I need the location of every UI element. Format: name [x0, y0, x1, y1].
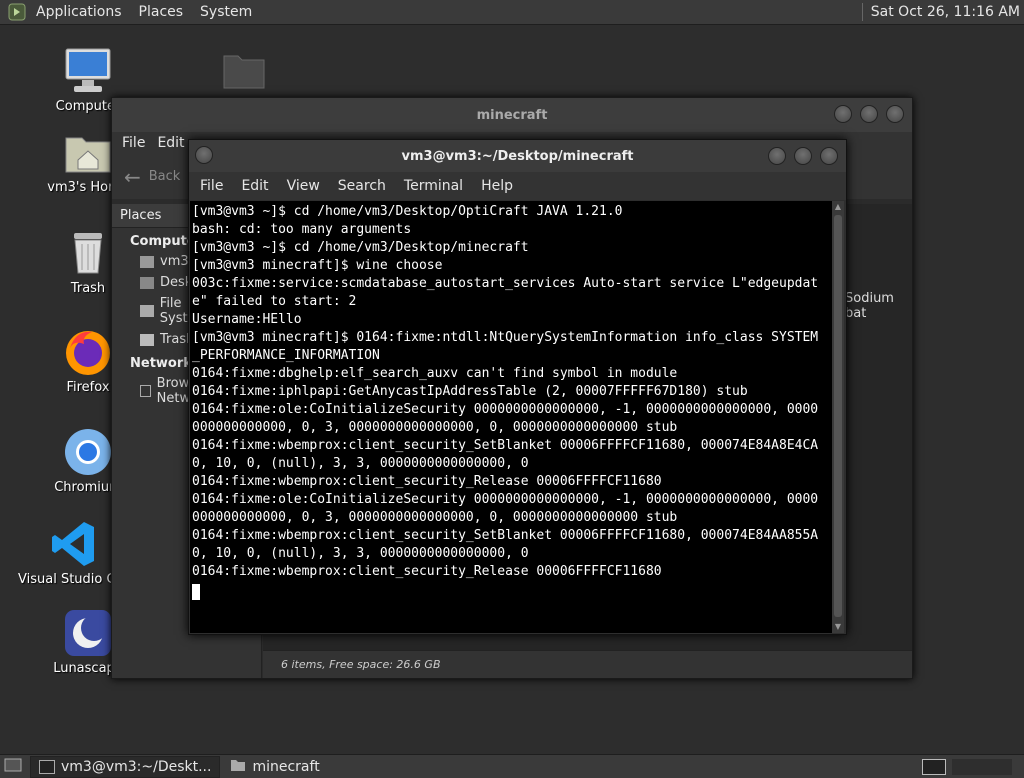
terminal-title: vm3@vm3:~/Desktop/minecraft	[401, 148, 634, 164]
terminal-line: 000000000000, 0, 3, 0000000000000000, 0,…	[192, 420, 678, 435]
terminal-line: 0164:fixme:iphlpapi:GetAnycastIpAddressT…	[192, 384, 748, 399]
desktop-icon	[140, 276, 154, 289]
scroll-up-icon[interactable]: ▲	[832, 201, 844, 213]
terminal-cursor	[192, 584, 200, 600]
terminal-line: 0164:fixme:ole:CoInitializeSecurity 0000…	[192, 492, 819, 507]
home-folder-icon	[62, 126, 114, 178]
terminal-prompt-line[interactable]	[192, 581, 833, 600]
drive-icon	[140, 305, 154, 317]
scrollbar-thumb[interactable]	[834, 215, 842, 617]
top-panel: Applications Places System Sat Oct 26, 1…	[0, 0, 1024, 25]
minimize-button[interactable]	[834, 105, 852, 123]
computer-icon	[62, 45, 114, 97]
terminal-line: 0164:fixme:wbemprox:client_security_Rele…	[192, 564, 662, 579]
system-menu[interactable]: System	[200, 4, 252, 20]
terminal-menu-view[interactable]: View	[287, 178, 320, 194]
firefox-icon	[62, 326, 114, 378]
fm-titlebar[interactable]: minecraft	[112, 98, 912, 132]
terminal-line: 0, 10, 0, (null), 3, 3, 0000000000000000…	[192, 456, 529, 471]
folder-icon	[230, 758, 246, 776]
terminal-line: _PERFORMANCE_INFORMATION	[192, 348, 380, 363]
places-menu[interactable]: Places	[139, 4, 184, 20]
terminal-menu-edit[interactable]: Edit	[241, 178, 268, 194]
terminal-icon	[39, 759, 55, 774]
fm-menu-file[interactable]: File	[122, 135, 145, 151]
back-arrow-icon[interactable]: ←	[124, 165, 141, 189]
fm-menu-edit[interactable]: Edit	[157, 135, 184, 151]
back-button[interactable]: Back	[149, 169, 181, 184]
maximize-button[interactable]	[794, 147, 812, 165]
terminal-line: Username:HEllo	[192, 312, 302, 327]
terminal-line: [vm3@vm3 ~]$ cd /home/vm3/Desktop/minecr…	[192, 240, 529, 255]
taskbar-item-minecraft[interactable]: minecraft	[222, 756, 327, 778]
terminal-line: [vm3@vm3 minecraft]$ wine choose	[192, 258, 443, 273]
file-item[interactable]: Sodium bat	[845, 291, 894, 321]
taskbar-item-label: vm3@vm3:~/Deskt...	[61, 758, 212, 775]
workspace-2[interactable]	[952, 758, 1012, 775]
minimize-button[interactable]	[768, 147, 786, 165]
taskbar-item-label: minecraft	[252, 758, 320, 775]
terminal-line: [vm3@vm3 minecraft]$ 0164:fixme:ntdll:Nt…	[192, 330, 819, 345]
trash-icon	[140, 333, 154, 346]
scroll-down-icon[interactable]: ▼	[832, 621, 844, 633]
applications-menu[interactable]: Applications	[36, 4, 122, 20]
terminal-line: 0, 10, 0, (null), 3, 3, 0000000000000000…	[192, 546, 529, 561]
terminal-line: [vm3@vm3 ~]$ cd /home/vm3/Desktop/OptiCr…	[192, 204, 623, 219]
terminal-line: 0164:fixme:wbemprox:client_security_SetB…	[192, 528, 819, 543]
lunascape-icon	[62, 607, 114, 659]
workspace-1[interactable]	[922, 758, 946, 775]
close-button[interactable]	[886, 105, 904, 123]
terminal-window[interactable]: vm3@vm3:~/Desktop/minecraft File Edit Vi…	[188, 139, 847, 635]
maximize-button[interactable]	[860, 105, 878, 123]
main-menu-icon[interactable]	[6, 1, 28, 23]
trash-icon	[62, 227, 114, 279]
terminal-menu-file[interactable]: File	[200, 178, 223, 194]
terminal-menu-terminal[interactable]: Terminal	[404, 178, 463, 194]
terminal-menu-search[interactable]: Search	[338, 178, 386, 194]
terminal-line: 003c:fixme:service:scmdatabase_autostart…	[192, 276, 819, 291]
terminal-menubar: File Edit View Search Terminal Help	[189, 172, 846, 200]
chromium-icon	[62, 426, 114, 478]
terminal-scrollbar[interactable]: ▲ ▼	[832, 201, 844, 633]
window-menu-button[interactable]	[195, 146, 213, 164]
terminal-menu-help[interactable]: Help	[481, 178, 513, 194]
terminal-titlebar[interactable]: vm3@vm3:~/Desktop/minecraft	[189, 140, 846, 172]
vscode-icon	[48, 518, 100, 570]
terminal-line: 0164:fixme:ole:CoInitializeSecurity 0000…	[192, 402, 819, 417]
terminal-output[interactable]: [vm3@vm3 ~]$ cd /home/vm3/Desktop/OptiCr…	[190, 201, 833, 633]
home-icon	[140, 255, 154, 268]
panel-separator	[861, 3, 863, 21]
terminal-line: 000000000000, 0, 3, 0000000000000000, 0,…	[192, 510, 678, 525]
folder-icon[interactable]	[222, 50, 266, 94]
fm-statusbar: 6 items, Free space: 26.6 GB	[263, 650, 912, 678]
show-desktop-icon[interactable]	[4, 757, 22, 777]
terminal-line: e" failed to start: 2	[192, 294, 357, 309]
bottom-panel: vm3@vm3:~/Deskt... minecraft	[0, 754, 1024, 778]
terminal-line: 0164:fixme:wbemprox:client_security_Rele…	[192, 474, 662, 489]
clock[interactable]: Sat Oct 26, 11:16 AM	[871, 4, 1020, 20]
terminal-line: 0164:fixme:dbghelp:elf_search_auxv can't…	[192, 366, 678, 381]
fm-title: minecraft	[476, 107, 548, 123]
taskbar-item-terminal[interactable]: vm3@vm3:~/Deskt...	[30, 755, 221, 778]
terminal-line: 0164:fixme:wbemprox:client_security_SetB…	[192, 438, 819, 453]
terminal-line: bash: cd: too many arguments	[192, 222, 412, 237]
network-icon	[140, 385, 151, 397]
close-button[interactable]	[820, 147, 838, 165]
